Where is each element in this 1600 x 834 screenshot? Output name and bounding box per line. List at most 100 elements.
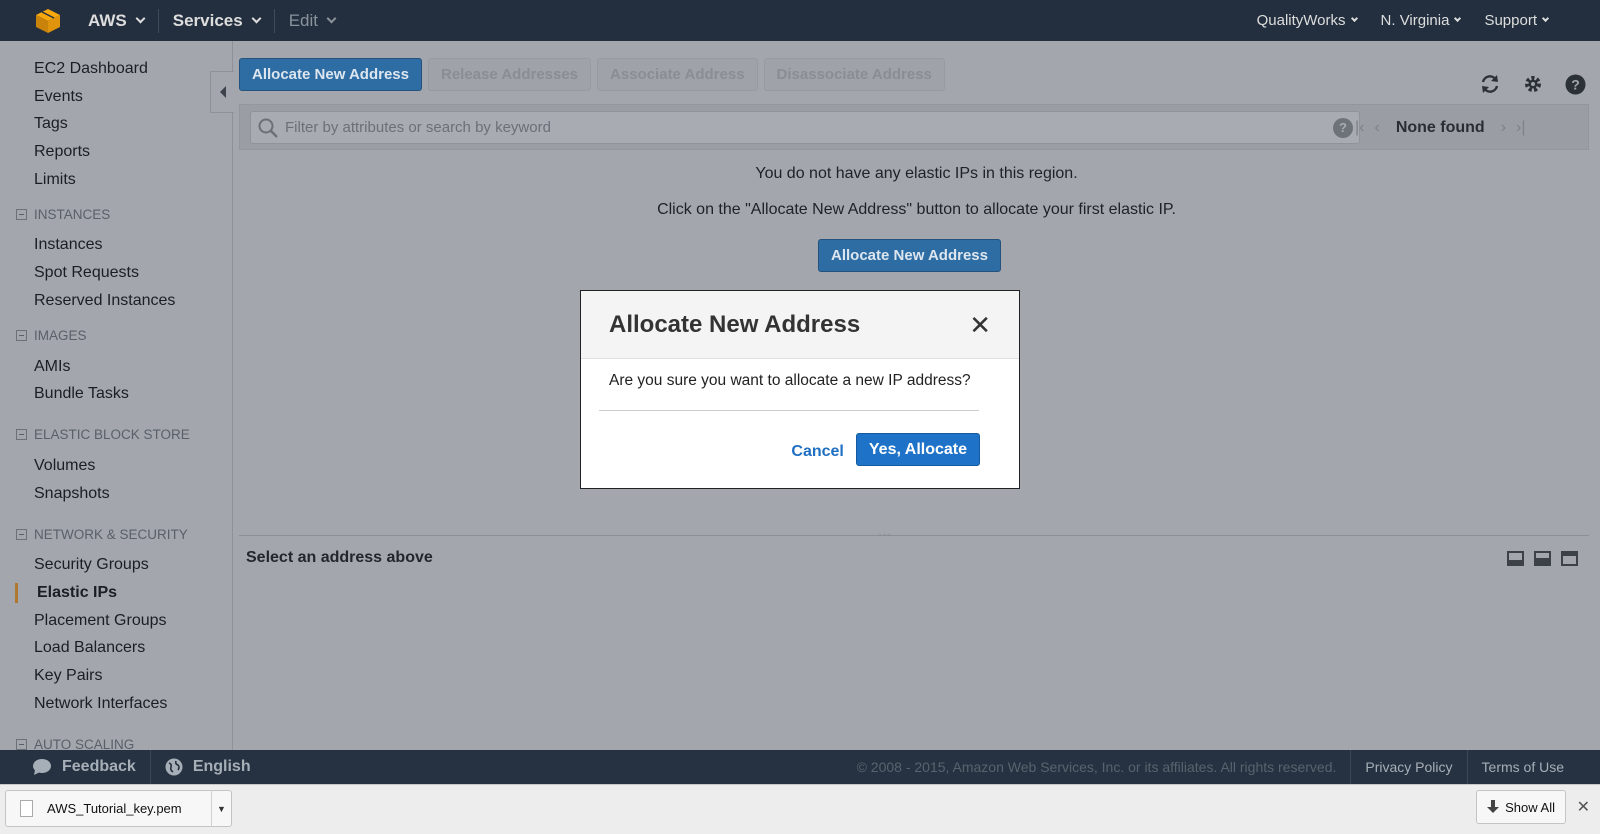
sidebar-item-instances[interactable]: Instances [0, 231, 232, 259]
close-icon[interactable]: ✕ [969, 312, 991, 338]
download-item[interactable]: AWS_Tutorial_key.pem ▼ [5, 790, 232, 827]
layout-full-icon[interactable] [1561, 551, 1578, 566]
dialog-header: Allocate New Address ✕ [581, 291, 1019, 359]
sidebar-item-snapshots[interactable]: Snapshots [0, 480, 232, 508]
cancel-button[interactable]: Cancel [791, 443, 843, 461]
sidebar-item-bundle-tasks[interactable]: Bundle Tasks [0, 380, 232, 408]
sidebar-section-elastic-block-store[interactable]: ELASTIC BLOCK STORE [0, 418, 232, 452]
section-title: IMAGES [34, 328, 87, 343]
chevron-down-icon [326, 13, 337, 24]
first-page-icon[interactable]: |‹ [1355, 119, 1364, 137]
allocate-address-dialog: Allocate New Address ✕ Are you sure you … [580, 290, 1020, 489]
sidebar-section-network-security[interactable]: NETWORK & SECURITY [0, 517, 232, 551]
services-menu[interactable]: Services [159, 0, 274, 41]
download-filename: AWS_Tutorial_key.pem [47, 801, 182, 816]
sidebar-item-network-interfaces[interactable]: Network Interfaces [0, 690, 232, 718]
sidebar-item-amis[interactable]: AMIs [0, 353, 232, 381]
toolbar-icons: ? [1479, 73, 1586, 95]
sidebar-item-load-balancers[interactable]: Load Balancers [0, 634, 232, 662]
action-toolbar: Allocate New Address Release Addresses A… [239, 58, 945, 91]
section-title: NETWORK & SECURITY [34, 526, 188, 542]
search-input[interactable] [279, 119, 1333, 136]
edit-menu[interactable]: Edit [275, 0, 349, 41]
refresh-icon[interactable] [1479, 73, 1501, 95]
aws-cube-logo-icon[interactable] [28, 0, 68, 41]
edit-menu-label: Edit [288, 10, 318, 30]
aws-menu-label: AWS [88, 10, 127, 30]
sidebar-item-key-pairs[interactable]: Key Pairs [0, 662, 232, 690]
sidebar: EC2 Dashboard Events Tags Reports Limits… [0, 41, 233, 750]
layout-bottom-small-icon[interactable] [1507, 551, 1524, 566]
previous-page-icon[interactable]: ‹ [1374, 119, 1379, 137]
sidebar-item-reports[interactable]: Reports [0, 138, 232, 166]
account-menu-label: QualityWorks [1256, 12, 1346, 29]
search-field: ? [250, 111, 1360, 144]
speech-bubble-icon [33, 759, 51, 775]
browser-download-bar: AWS_Tutorial_key.pem ▼ Show All ✕ [0, 784, 1600, 834]
feedback-button[interactable]: Feedback [0, 750, 150, 784]
sidebar-item-events[interactable]: Events [0, 83, 232, 111]
sidebar-item-elastic-ips[interactable]: Elastic IPs [0, 579, 232, 607]
pane-splitter[interactable] [239, 535, 1589, 536]
privacy-policy-link[interactable]: Privacy Policy [1351, 759, 1466, 775]
region-menu[interactable]: N. Virginia [1369, 0, 1473, 41]
help-icon[interactable]: ? [1565, 74, 1586, 95]
layout-bottom-large-icon[interactable] [1534, 551, 1551, 566]
splitter-grip-icon[interactable]: ◦◦◦ [878, 530, 892, 541]
dialog-actions: Cancel Yes, Allocate [791, 433, 980, 466]
gear-icon[interactable] [1523, 74, 1543, 94]
language-label: English [192, 758, 251, 775]
collapse-icon [16, 208, 27, 220]
sidebar-item-security-groups[interactable]: Security Groups [0, 551, 232, 579]
sidebar-item-spot-requests[interactable]: Spot Requests [0, 259, 232, 287]
sidebar-item-ec2-dashboard[interactable]: EC2 Dashboard [0, 55, 232, 83]
support-menu-label: Support [1484, 12, 1537, 29]
next-page-icon[interactable]: › [1501, 119, 1506, 137]
disassociate-address-button[interactable]: Disassociate Address [763, 58, 945, 91]
collapse-icon [16, 528, 27, 540]
chevron-down-icon [135, 13, 146, 24]
divider [599, 410, 979, 411]
search-help-icon[interactable]: ? [1333, 117, 1353, 138]
console-footer: Feedback English © 2008 - 2015, Amazon W… [0, 750, 1600, 784]
language-selector[interactable]: English [151, 750, 265, 784]
search-icon [258, 118, 278, 138]
caret-down-icon[interactable]: ▼ [211, 790, 231, 827]
last-page-icon[interactable]: ›| [1516, 119, 1525, 137]
sidebar-item-tags[interactable]: Tags [0, 110, 232, 138]
services-menu-label: Services [172, 10, 243, 30]
show-all-label: Show All [1505, 799, 1555, 815]
topbar-right-menus: QualityWorks N. Virginia Support [1245, 0, 1560, 41]
dialog-message: Are you sure you want to allocate a new … [609, 372, 971, 389]
dialog-title: Allocate New Address [609, 310, 861, 338]
pagination-status: None found [1395, 118, 1485, 136]
allocate-new-address-button[interactable]: Allocate New Address [239, 58, 422, 91]
sidebar-section-auto-scaling[interactable]: AUTO SCALING [0, 727, 232, 750]
sidebar-item-volumes[interactable]: Volumes [0, 452, 232, 480]
download-arrow-icon [1487, 800, 1500, 813]
section-title: AUTO SCALING [34, 736, 135, 750]
associate-address-button[interactable]: Associate Address [597, 58, 758, 91]
sidebar-collapse-toggle[interactable] [210, 71, 234, 113]
empty-state-message: You do not have any elastic IPs in this … [755, 165, 1078, 182]
yes-allocate-button[interactable]: Yes, Allocate [855, 433, 980, 466]
release-addresses-button[interactable]: Release Addresses [428, 58, 592, 91]
show-all-downloads-button[interactable]: Show All [1476, 790, 1566, 824]
region-menu-label: N. Virginia [1380, 12, 1450, 29]
detail-pane-title: Select an address above [246, 549, 433, 566]
sidebar-item-reserved-instances[interactable]: Reserved Instances [0, 287, 232, 315]
close-icon[interactable]: ✕ [1577, 797, 1590, 817]
sidebar-item-limits[interactable]: Limits [0, 166, 232, 194]
aws-menu[interactable]: AWS [74, 0, 158, 41]
empty-state-instructions: Click on the "Allocate New Address" butt… [657, 201, 1176, 218]
support-menu[interactable]: Support [1472, 0, 1560, 41]
chevron-down-icon [1454, 14, 1462, 23]
sidebar-section-instances[interactable]: INSTANCES [0, 197, 232, 231]
account-menu[interactable]: QualityWorks [1245, 0, 1369, 41]
sidebar-section-images[interactable]: IMAGES [0, 319, 232, 353]
section-title: ELASTIC BLOCK STORE [34, 427, 190, 443]
chevron-down-icon [1541, 14, 1550, 23]
empty-state-allocate-button[interactable]: Allocate New Address [818, 239, 1001, 272]
terms-of-use-link[interactable]: Terms of Use [1468, 759, 1600, 775]
sidebar-item-placement-groups[interactable]: Placement Groups [0, 607, 232, 635]
